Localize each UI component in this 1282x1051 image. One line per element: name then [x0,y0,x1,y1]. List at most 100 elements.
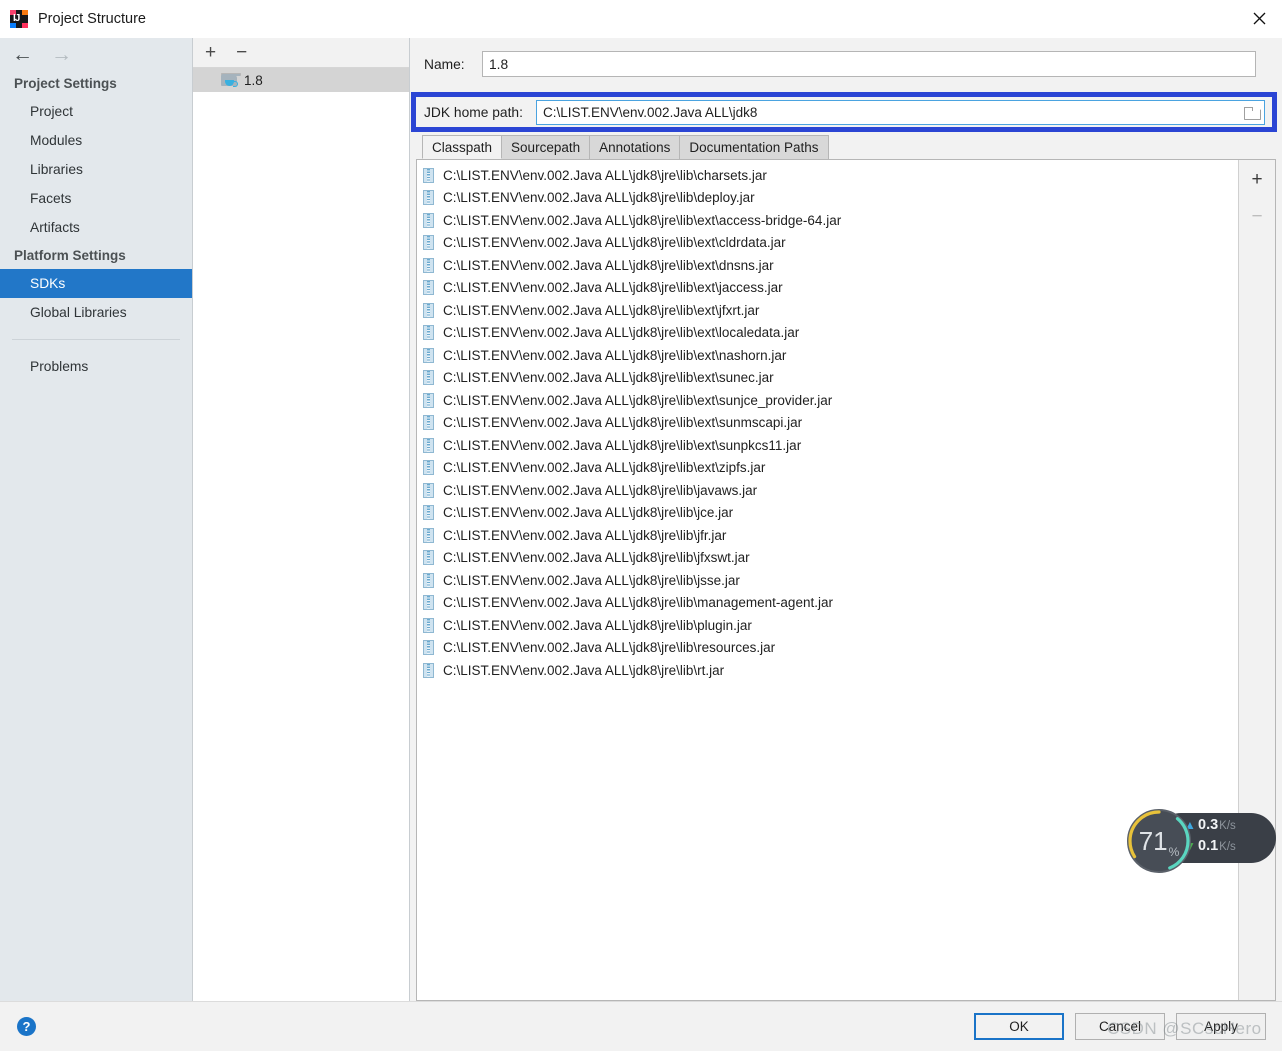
classpath-row-label: C:\LIST.ENV\env.002.Java ALL\jdk8\jre\li… [443,572,740,588]
classpath-row[interactable]: C:\LIST.ENV\env.002.Java ALL\jdk8\jre\li… [417,457,1238,480]
classpath-row[interactable]: C:\LIST.ENV\env.002.Java ALL\jdk8\jre\li… [417,502,1238,525]
classpath-list[interactable]: C:\LIST.ENV\env.002.Java ALL\jdk8\jre\li… [417,160,1238,1000]
classpath-panel: C:\LIST.ENV\env.002.Java ALL\jdk8\jre\li… [416,159,1276,1001]
jar-file-icon [423,302,434,318]
sidebar-item-modules[interactable]: Modules [0,126,192,155]
jar-file-icon [423,662,434,678]
sidebar-item-project[interactable]: Project [0,97,192,126]
add-sdk-button[interactable]: + [205,43,216,62]
classpath-row[interactable]: C:\LIST.ENV\env.002.Java ALL\jdk8\jre\li… [417,412,1238,435]
sdk-list-item-label: 1.8 [244,72,263,88]
tab-classpath[interactable]: Classpath [422,135,503,159]
classpath-row[interactable]: C:\LIST.ENV\env.002.Java ALL\jdk8\jre\li… [417,344,1238,367]
tab-annotations[interactable]: Annotations [589,135,681,159]
classpath-row[interactable]: C:\LIST.ENV\env.002.Java ALL\jdk8\jre\li… [417,547,1238,570]
classpath-row-label: C:\LIST.ENV\env.002.Java ALL\jdk8\jre\li… [443,280,783,296]
classpath-row-label: C:\LIST.ENV\env.002.Java ALL\jdk8\jre\li… [443,437,802,453]
sdk-list: 1.8 [193,68,409,92]
jar-file-icon [423,212,434,228]
classpath-row[interactable]: C:\LIST.ENV\env.002.Java ALL\jdk8\jre\li… [417,367,1238,390]
tab-documentation-paths[interactable]: Documentation Paths [679,135,829,159]
jar-file-icon [423,257,434,273]
classpath-row-label: C:\LIST.ENV\env.002.Java ALL\jdk8\jre\li… [443,392,833,408]
close-icon[interactable] [1236,0,1282,37]
classpath-row-label: C:\LIST.ENV\env.002.Java ALL\jdk8\jre\li… [443,347,787,363]
sidebar-item-sdks[interactable]: SDKs [0,269,192,298]
dialog-footer: ? OK Cancel Apply [0,1001,1282,1051]
help-icon[interactable]: ? [17,1017,36,1036]
classpath-row[interactable]: C:\LIST.ENV\env.002.Java ALL\jdk8\jre\li… [417,434,1238,457]
project-structure-dialog: IJ Project Structure ← → Project Setting… [0,0,1282,1051]
jar-file-icon [423,595,434,611]
classpath-row-label: C:\LIST.ENV\env.002.Java ALL\jdk8\jre\li… [443,640,776,656]
classpath-row[interactable]: C:\LIST.ENV\env.002.Java ALL\jdk8\jre\li… [417,614,1238,637]
ok-button[interactable]: OK [974,1013,1064,1040]
classpath-row-label: C:\LIST.ENV\env.002.Java ALL\jdk8\jre\li… [443,595,833,611]
classpath-row[interactable]: C:\LIST.ENV\env.002.Java ALL\jdk8\jre\li… [417,389,1238,412]
jar-file-icon [423,235,434,251]
jar-file-icon [423,640,434,656]
sidebar-item-artifacts[interactable]: Artifacts [0,213,192,242]
jar-file-icon [423,392,434,408]
sidebar-item-libraries[interactable]: Libraries [0,155,192,184]
settings-sidebar: ← → Project Settings Project Modules Lib… [0,38,193,1001]
classpath-row-label: C:\LIST.ENV\env.002.Java ALL\jdk8\jre\li… [443,527,727,543]
remove-classpath-button[interactable]: − [1251,207,1262,226]
classpath-row-label: C:\LIST.ENV\env.002.Java ALL\jdk8\jre\li… [443,302,760,318]
jar-file-icon [423,572,434,588]
classpath-row[interactable]: C:\LIST.ENV\env.002.Java ALL\jdk8\jre\li… [417,322,1238,345]
classpath-row-label: C:\LIST.ENV\env.002.Java ALL\jdk8\jre\li… [443,370,774,386]
sdk-list-item-1-8[interactable]: 1.8 [193,68,409,92]
classpath-row[interactable]: C:\LIST.ENV\env.002.Java ALL\jdk8\jre\li… [417,277,1238,300]
apply-button[interactable]: Apply [1176,1013,1266,1040]
name-input[interactable] [482,51,1256,77]
jdk-folder-icon [221,73,241,87]
sidebar-item-problems[interactable]: Problems [0,352,192,381]
classpath-row[interactable]: C:\LIST.ENV\env.002.Java ALL\jdk8\jre\li… [417,637,1238,660]
classpath-row[interactable]: C:\LIST.ENV\env.002.Java ALL\jdk8\jre\li… [417,592,1238,615]
sidebar-item-facets[interactable]: Facets [0,184,192,213]
intellij-idea-icon: IJ [10,10,28,28]
forward-arrow-icon[interactable]: → [51,44,72,65]
classpath-row[interactable]: C:\LIST.ENV\env.002.Java ALL\jdk8\jre\li… [417,524,1238,547]
jar-file-icon [423,437,434,453]
classpath-row[interactable]: C:\LIST.ENV\env.002.Java ALL\jdk8\jre\li… [417,479,1238,502]
tab-sourcepath[interactable]: Sourcepath [501,135,591,159]
classpath-row[interactable]: C:\LIST.ENV\env.002.Java ALL\jdk8\jre\li… [417,254,1238,277]
classpath-row-label: C:\LIST.ENV\env.002.Java ALL\jdk8\jre\li… [443,550,750,566]
classpath-row[interactable]: C:\LIST.ENV\env.002.Java ALL\jdk8\jre\li… [417,209,1238,232]
classpath-row-label: C:\LIST.ENV\env.002.Java ALL\jdk8\jre\li… [443,617,752,633]
jar-file-icon [423,415,434,431]
back-arrow-icon[interactable]: ← [12,44,33,65]
navigation-arrows: ← → [0,38,192,70]
sidebar-group-project-settings: Project Settings [14,76,117,91]
cancel-button[interactable]: Cancel [1075,1013,1165,1040]
classpath-row[interactable]: C:\LIST.ENV\env.002.Java ALL\jdk8\jre\li… [417,232,1238,255]
name-row: Name: [410,38,1282,90]
classpath-row-label: C:\LIST.ENV\env.002.Java ALL\jdk8\jre\li… [443,415,803,431]
sidebar-divider [12,339,180,340]
classpath-buttons: + − [1238,160,1275,1000]
jar-file-icon [423,370,434,386]
classpath-row[interactable]: C:\LIST.ENV\env.002.Java ALL\jdk8\jre\li… [417,299,1238,322]
add-classpath-button[interactable]: + [1251,170,1262,189]
remove-sdk-button[interactable]: − [236,43,247,62]
classpath-row[interactable]: C:\LIST.ENV\env.002.Java ALL\jdk8\jre\li… [417,659,1238,682]
jar-file-icon [423,280,434,296]
classpath-row-label: C:\LIST.ENV\env.002.Java ALL\jdk8\jre\li… [443,235,786,251]
classpath-row-label: C:\LIST.ENV\env.002.Java ALL\jdk8\jre\li… [443,325,800,341]
classpath-row-label: C:\LIST.ENV\env.002.Java ALL\jdk8\jre\li… [443,212,842,228]
classpath-row[interactable]: C:\LIST.ENV\env.002.Java ALL\jdk8\jre\li… [417,164,1238,187]
title-bar: IJ Project Structure [0,0,1282,39]
classpath-row-label: C:\LIST.ENV\env.002.Java ALL\jdk8\jre\li… [443,257,774,273]
classpath-row-label: C:\LIST.ENV\env.002.Java ALL\jdk8\jre\li… [443,662,725,678]
sidebar-item-global-libraries[interactable]: Global Libraries [0,298,192,327]
classpath-row-label: C:\LIST.ENV\env.002.Java ALL\jdk8\jre\li… [443,482,758,498]
classpath-row-label: C:\LIST.ENV\env.002.Java ALL\jdk8\jre\li… [443,505,734,521]
jar-file-icon [423,190,434,206]
classpath-row-label: C:\LIST.ENV\env.002.Java ALL\jdk8\jre\li… [443,190,755,206]
classpath-row[interactable]: C:\LIST.ENV\env.002.Java ALL\jdk8\jre\li… [417,569,1238,592]
classpath-row-label: C:\LIST.ENV\env.002.Java ALL\jdk8\jre\li… [443,167,767,183]
classpath-row[interactable]: C:\LIST.ENV\env.002.Java ALL\jdk8\jre\li… [417,187,1238,210]
path-tabs: Classpath Sourcepath Annotations Documen… [410,134,1282,159]
